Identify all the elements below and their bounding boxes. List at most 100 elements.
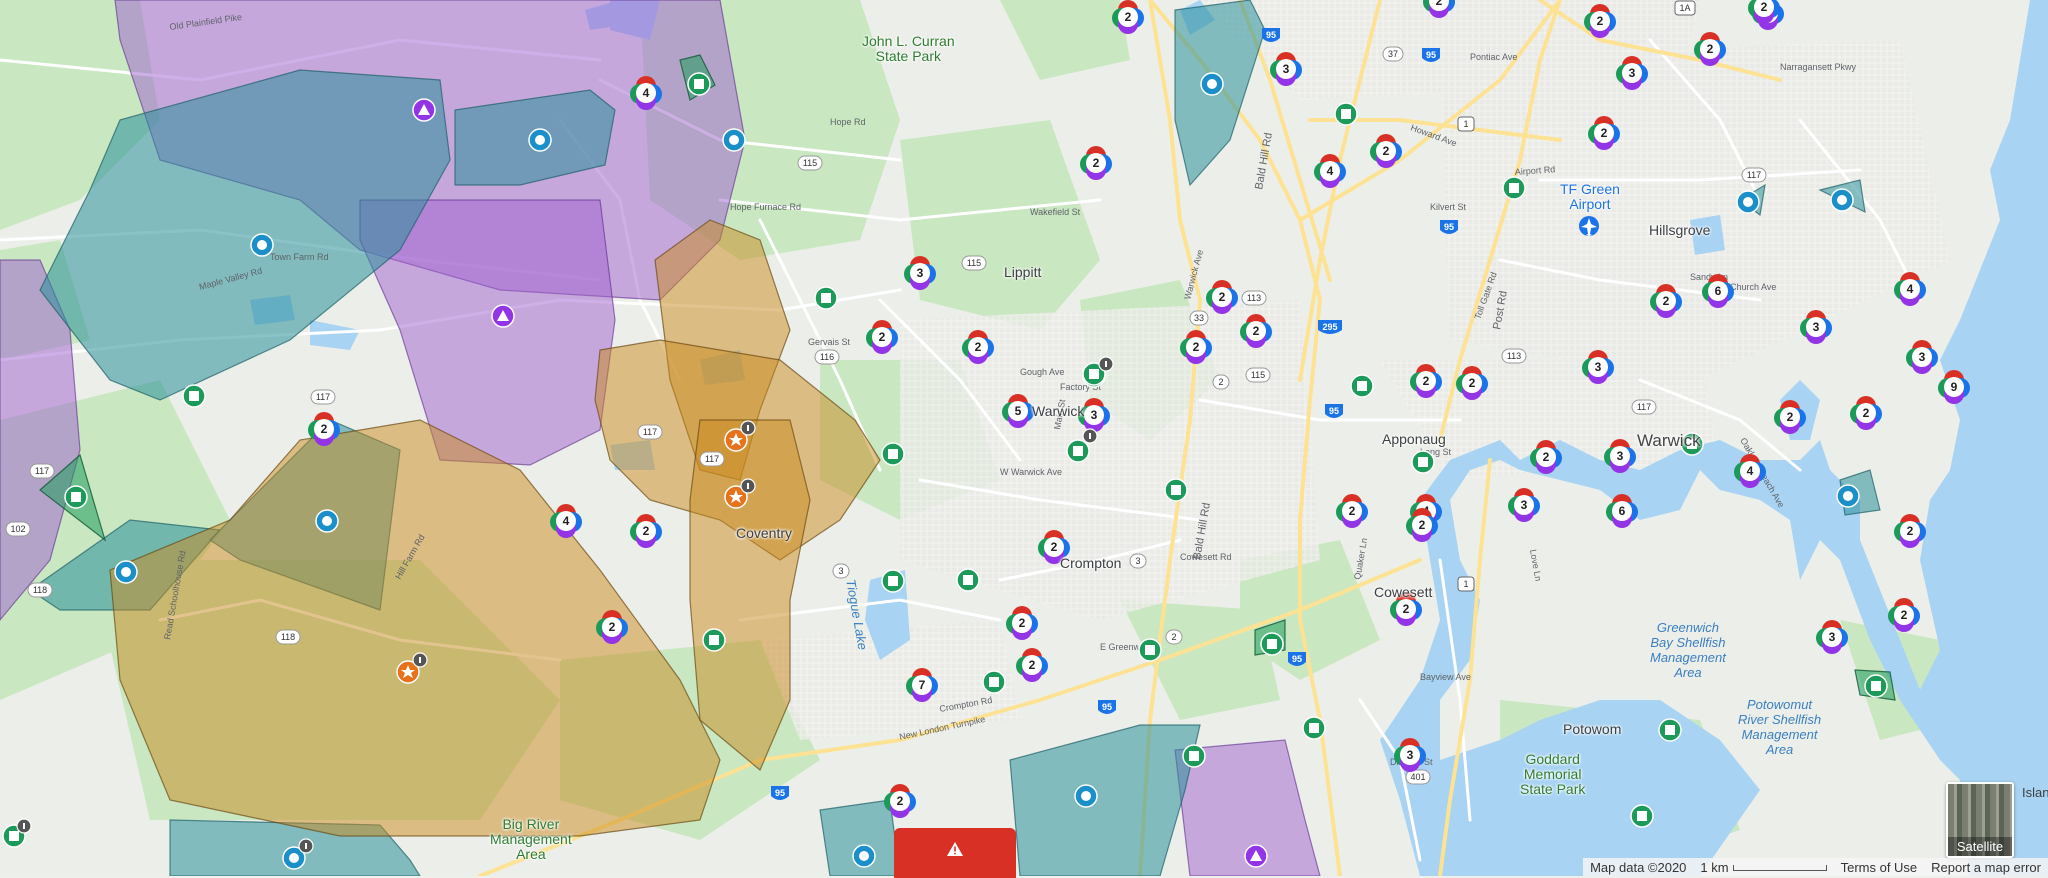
info-pin-icon[interactable]: [740, 420, 756, 436]
site-marker-ring[interactable]: [1836, 484, 1860, 508]
site-marker-triangle[interactable]: [412, 98, 436, 122]
site-marker-square[interactable]: [1182, 744, 1206, 768]
info-pin-icon[interactable]: [1098, 356, 1114, 372]
svg-text:Pontiac Ave: Pontiac Ave: [1470, 52, 1517, 62]
shield-116: 116: [814, 349, 840, 365]
shield-3a: 3: [832, 563, 850, 579]
terms-link[interactable]: Terms of Use: [1834, 860, 1925, 875]
cluster-count: 6: [1715, 284, 1722, 298]
cluster-count: 2: [1349, 504, 1356, 518]
site-marker-ring[interactable]: [250, 233, 274, 257]
site-marker-square[interactable]: [1066, 439, 1090, 463]
svg-text:95: 95: [1266, 30, 1276, 40]
svg-text:117: 117: [316, 392, 330, 402]
shield-117d: 117: [699, 451, 725, 467]
satellite-toggle[interactable]: Satellite: [1946, 782, 2014, 858]
place-cowesett: Cowesett: [1374, 584, 1433, 600]
place-john-curran: John L. Curran State Park: [862, 33, 955, 64]
site-marker-square[interactable]: [182, 384, 206, 408]
site-marker-square[interactable]: [64, 485, 88, 509]
cluster-count: 2: [1597, 14, 1604, 28]
info-pin-icon[interactable]: [740, 478, 756, 494]
site-marker-triangle[interactable]: [1244, 844, 1268, 868]
svg-text:117: 117: [1747, 170, 1761, 180]
site-marker-square[interactable]: [1630, 804, 1654, 828]
shield-115c: 115: [1245, 367, 1271, 383]
site-marker-square[interactable]: [982, 670, 1006, 694]
cluster-count: 2: [1663, 294, 1670, 308]
shield-95a: 95: [1325, 404, 1343, 418]
place-coventry: Coventry: [736, 525, 793, 541]
site-marker-square[interactable]: [1138, 638, 1162, 662]
shield-117e: 117: [1631, 399, 1657, 415]
site-marker-square[interactable]: [881, 442, 905, 466]
shield-37: 37: [1382, 46, 1404, 62]
airport-icon: [1579, 216, 1599, 236]
svg-text:118: 118: [33, 585, 47, 595]
info-pin-icon[interactable]: [298, 838, 314, 854]
scale-label: 1 km: [1700, 859, 1729, 875]
site-marker-square[interactable]: [1864, 674, 1888, 698]
site-marker-square[interactable]: [881, 569, 905, 593]
svg-text:1: 1: [1463, 579, 1468, 589]
cluster-count: 2: [1419, 518, 1426, 532]
info-pin-icon[interactable]: [16, 818, 32, 834]
site-marker-square[interactable]: [702, 628, 726, 652]
svg-text:Church Ave: Church Ave: [1730, 282, 1776, 292]
svg-text:117: 117: [643, 427, 657, 437]
site-marker-square[interactable]: [956, 568, 980, 592]
place-potowomut: Potowom: [1563, 721, 1622, 737]
site-marker-ring[interactable]: [1736, 190, 1760, 214]
shield-1: 1: [1457, 576, 1475, 592]
scale-indicator: 1 km: [1693, 860, 1833, 875]
report-error-link[interactable]: Report a map error: [1924, 860, 2048, 875]
shield-2b: 2: [1165, 629, 1183, 645]
cluster-count: 4: [643, 86, 650, 100]
cluster-count: 3: [917, 266, 924, 280]
site-marker-square[interactable]: [1302, 716, 1326, 740]
cluster-count: 2: [1787, 410, 1794, 424]
site-marker-ring[interactable]: [315, 509, 339, 533]
site-marker-ring[interactable]: [1200, 72, 1224, 96]
cluster-count: 2: [1051, 540, 1058, 554]
site-marker-square[interactable]: [814, 286, 838, 310]
site-marker-ring[interactable]: [1830, 188, 1854, 212]
cluster-count: 2: [897, 794, 904, 808]
cluster-count: 2: [1125, 10, 1132, 24]
place-island: Islan: [2022, 785, 2048, 800]
site-marker-square[interactable]: [1350, 374, 1374, 398]
shield-102: 102: [5, 521, 31, 537]
cluster-count: 3: [1521, 498, 1528, 512]
alert-button[interactable]: [894, 828, 1016, 878]
info-pin-icon[interactable]: [1082, 428, 1098, 444]
cluster-count: 2: [1019, 616, 1026, 630]
site-marker-square[interactable]: [1411, 450, 1435, 474]
site-marker-square[interactable]: [1334, 102, 1358, 126]
site-marker-ring[interactable]: [722, 128, 746, 152]
cluster-count: 2: [1383, 144, 1390, 158]
shield-113a: 113: [1241, 290, 1267, 306]
site-marker-square[interactable]: [1164, 478, 1188, 502]
svg-text:3: 3: [1135, 556, 1140, 566]
site-marker-square[interactable]: [687, 72, 711, 96]
site-marker-triangle[interactable]: [491, 304, 515, 328]
place-big-river: Big River Management Area: [490, 816, 572, 862]
place-airport: TF Green Airport: [1560, 181, 1620, 212]
cluster-count: 2: [1253, 324, 1260, 338]
site-marker-square[interactable]: [1658, 718, 1682, 742]
info-pin-icon[interactable]: [412, 652, 428, 668]
site-marker-square[interactable]: [1260, 632, 1284, 656]
site-marker-ring[interactable]: [852, 844, 876, 868]
cluster-count: 4: [563, 514, 570, 528]
cluster-count: 3: [1617, 449, 1624, 463]
svg-text:115: 115: [1251, 370, 1265, 380]
svg-text:Narragansett Pkwy: Narragansett Pkwy: [1780, 62, 1857, 72]
svg-text:2: 2: [1218, 377, 1223, 387]
cluster-count: 7: [919, 678, 926, 692]
site-marker-ring[interactable]: [528, 128, 552, 152]
shield-117b: 117: [29, 463, 55, 479]
cluster-count: 3: [1595, 360, 1602, 374]
site-marker-ring[interactable]: [1074, 784, 1098, 808]
site-marker-ring[interactable]: [114, 560, 138, 584]
site-marker-square[interactable]: [1502, 176, 1526, 200]
